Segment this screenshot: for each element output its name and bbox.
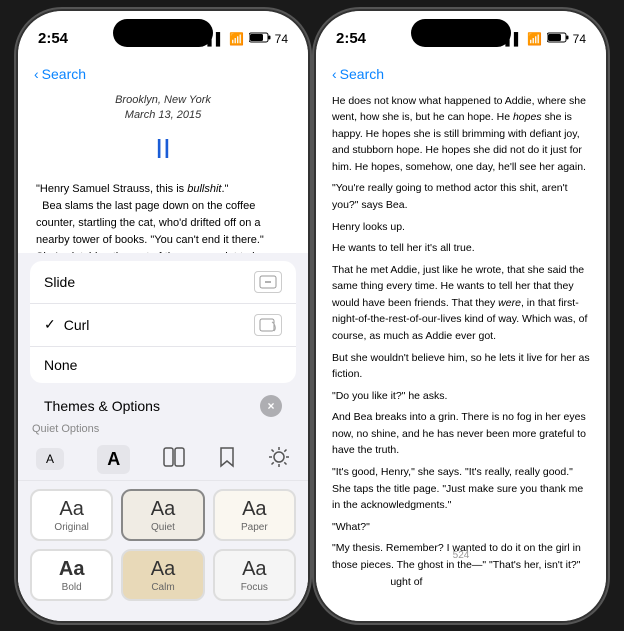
left-phone: 2:54 ▌▌▌ 📶 74 ‹ xyxy=(18,11,308,621)
back-label-left: Search xyxy=(42,66,86,82)
slide-option-none[interactable]: None xyxy=(30,347,296,383)
right-phone: 2:54 ▌▌▌ 📶 74 ‹ xyxy=(316,11,606,621)
bottom-panel: Slide ✓ Curl None xyxy=(18,253,308,621)
right-para-2: "You're really going to method actor thi… xyxy=(332,180,590,213)
theme-focus-name: Focus xyxy=(241,582,268,593)
left-screen: 2:54 ▌▌▌ 📶 74 ‹ xyxy=(18,11,308,621)
wifi-icon-right: 📶 xyxy=(527,32,542,46)
close-button[interactable]: × xyxy=(260,395,282,417)
right-para-10: "What?" xyxy=(332,519,590,536)
theme-paper[interactable]: Aa Paper xyxy=(213,489,296,541)
theme-calm-name: Calm xyxy=(151,582,174,593)
theme-quiet-name: Quiet xyxy=(151,522,175,533)
brightness-button[interactable] xyxy=(268,446,290,473)
theme-quiet-aa: Aa xyxy=(151,499,175,519)
right-para-3: Henry looks up. xyxy=(332,219,590,236)
theme-quiet[interactable]: Aa Quiet xyxy=(121,489,204,541)
nav-bar-right: ‹ Search xyxy=(316,55,606,93)
quiet-options-label: Quiet Options xyxy=(18,423,308,439)
themes-header: Themes & Options × xyxy=(30,389,296,423)
right-para-4: He wants to tell her it's all true. xyxy=(332,240,590,257)
right-para-5: That he met Addie, just like he wrote, t… xyxy=(332,262,590,345)
slide-options: Slide ✓ Curl None xyxy=(30,261,296,383)
page-number: 524 xyxy=(453,550,470,561)
font-large-button[interactable]: A xyxy=(97,445,130,474)
theme-paper-aa: Aa xyxy=(242,499,266,519)
font-small-button[interactable]: A xyxy=(36,448,64,470)
slide-option-curl[interactable]: ✓ Curl xyxy=(30,304,296,347)
back-label-right: Search xyxy=(340,66,384,82)
chevron-left-icon-right: ‹ xyxy=(332,66,337,82)
dynamic-island-left xyxy=(113,19,213,47)
right-screen: 2:54 ▌▌▌ 📶 74 ‹ xyxy=(316,11,606,621)
right-para-6: But she wouldn't believe him, so he lets… xyxy=(332,350,590,383)
slide-label: Slide xyxy=(44,274,75,290)
dynamic-island-right xyxy=(411,19,511,47)
theme-bold-name: Bold xyxy=(62,582,82,593)
book-header: Brooklyn, New YorkMarch 13, 2015 II xyxy=(36,93,290,171)
checkmark-icon: ✓ xyxy=(44,316,56,333)
themes-title: Themes & Options xyxy=(44,398,160,414)
curl-icon xyxy=(254,314,282,336)
chevron-left-icon: ‹ xyxy=(34,66,39,82)
wifi-icon: 📶 xyxy=(229,32,244,46)
right-para-7: "Do you like it?" he asks. xyxy=(332,388,590,405)
bookmark-button[interactable] xyxy=(219,446,235,473)
theme-bold-aa: Aa xyxy=(59,559,85,579)
back-button-right[interactable]: ‹ Search xyxy=(332,66,384,82)
back-button-left[interactable]: ‹ Search xyxy=(34,66,86,82)
columns-button[interactable] xyxy=(163,447,185,472)
theme-focus[interactable]: Aa Focus xyxy=(213,549,296,601)
theme-bold[interactable]: Aa Bold xyxy=(30,549,113,601)
theme-original-aa: Aa xyxy=(59,499,83,519)
curl-label: ✓ Curl xyxy=(44,316,89,333)
right-para-1: He does not know what happened to Addie,… xyxy=(332,93,590,176)
theme-original-name: Original xyxy=(54,522,88,533)
theme-calm[interactable]: Aa Calm xyxy=(121,549,204,601)
theme-calm-aa: Aa xyxy=(151,559,175,579)
chapter-number: II xyxy=(36,127,290,170)
book-content-right: He does not know what happened to Addie,… xyxy=(316,93,606,593)
right-para-8: And Bea breaks into a grin. There is no … xyxy=(332,409,590,459)
slide-icon xyxy=(254,271,282,293)
theme-focus-aa: Aa xyxy=(242,559,266,579)
slide-option-slide[interactable]: Slide xyxy=(30,261,296,304)
close-icon: × xyxy=(267,399,274,413)
time-left: 2:54 xyxy=(38,30,68,47)
right-para-11: "My thesis. Remember? I wanted to do it … xyxy=(332,540,590,590)
battery-indicator-right: 74 xyxy=(547,32,586,46)
none-label: None xyxy=(44,357,77,373)
theme-paper-name: Paper xyxy=(241,522,268,533)
toolbar-row: A A xyxy=(18,439,308,481)
phones-container: 2:54 ▌▌▌ 📶 74 ‹ xyxy=(10,3,614,629)
right-para-9: "It's good, Henry," she says. "It's real… xyxy=(332,464,590,514)
book-location: Brooklyn, New YorkMarch 13, 2015 xyxy=(36,93,290,124)
nav-bar-left: ‹ Search xyxy=(18,55,308,93)
theme-original[interactable]: Aa Original xyxy=(30,489,113,541)
battery-indicator: 74 xyxy=(249,32,288,46)
themes-grid: Aa Original Aa Quiet Aa Paper Aa Bold xyxy=(18,489,308,609)
time-right: 2:54 xyxy=(336,30,366,47)
